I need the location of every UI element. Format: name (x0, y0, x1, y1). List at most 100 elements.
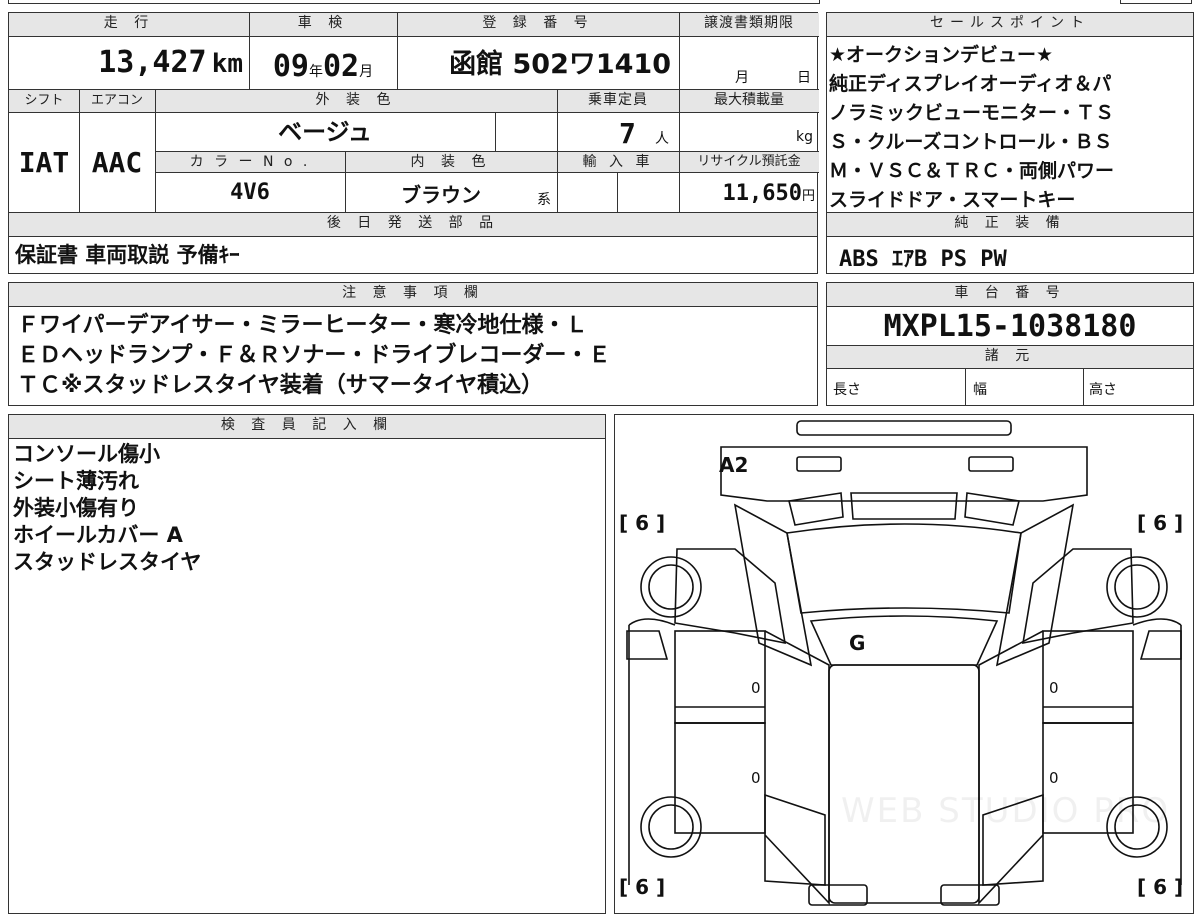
inspection-month: 02 (323, 49, 360, 84)
door-front-right (1042, 630, 1134, 724)
vehicle-info-box: 走 行 車 検 登 録 番 号 譲渡書類期限 13,427 km 09年02 月 … (8, 12, 819, 213)
top-strip (8, 0, 820, 4)
registration-header: 登 録 番 号 (397, 13, 679, 37)
wiper-right (964, 492, 1020, 526)
shift-value: IAT (18, 146, 70, 179)
notes-line: ＴＣ※スタッドレスタイヤ装着（サマータイヤ積込） (17, 373, 544, 398)
notes-line: Ｆワイパーデアイサー・ミラーヒーター・寒冷地仕様・Ｌ (17, 313, 588, 338)
transfer-day-unit: 日 (797, 70, 811, 86)
notes-header: 注 意 事 項 欄 (9, 283, 817, 307)
door-rear-left-mark: 0 (751, 769, 761, 787)
recycle-header: リサイクル預託金 (679, 151, 819, 173)
later-parts-box: 後 日 発 送 部 品 保証書 車両取説 予備ｷｰ (8, 212, 818, 274)
front-damage-mark: A2 (719, 453, 749, 477)
recycle-value: 11,650 (722, 181, 802, 206)
door-front-left-mark: 0 (751, 679, 761, 697)
interior-color-suffix: 系 (537, 192, 551, 208)
sales-points-header: セールスポイント (827, 13, 1193, 37)
inspection-year-unit: 年 (309, 64, 323, 80)
transfer-header: 譲渡書類期限 (679, 13, 819, 37)
sales-line: ノラミックビューモニター・ＴＳ (829, 102, 1115, 124)
chassis-value: MXPL15-1038180 (883, 309, 1137, 344)
inspector-line: スタッドレスタイヤ (13, 550, 202, 574)
sales-line: 純正ディスプレイオーディオ＆パ (829, 73, 1112, 95)
sales-line: Ｓ・クルーズコントロール・ＢＳ (829, 131, 1113, 153)
capacity-value: 7 (619, 117, 636, 150)
chassis-header: 車 台 番 号 (827, 283, 1193, 307)
top-strip-right (1120, 0, 1192, 4)
sales-line: ★オークションデビュー★ (829, 44, 1054, 66)
notes-line: ＥＤヘッドランプ・Ｆ＆Ｒソナー・ドライブレコーダー・Ｅ (17, 343, 611, 368)
capacity-cell: 7 人 (557, 113, 679, 151)
capacity-unit: 人 (655, 131, 669, 147)
mileage-value: 13,427 (98, 45, 207, 80)
mileage-header: 走 行 (9, 13, 249, 37)
watermark: WEB STUDIO PRO (841, 791, 1171, 831)
notes-text: Ｆワイパーデアイサー・ミラーヒーター・寒冷地仕様・Ｌ ＥＤヘッドランプ・Ｆ＆Ｒソ… (17, 311, 610, 401)
standard-equipment-box: 純 正 装 備 ABS ｴｱB PS PW (826, 212, 1194, 274)
standard-equipment-header: 純 正 装 備 (827, 213, 1193, 237)
height-label: 高さ (1089, 382, 1117, 398)
width-label: 幅 (973, 382, 987, 398)
transfer-month-unit: 月 (735, 70, 749, 86)
rear-quarter-left (764, 793, 826, 886)
notes-box: 注 意 事 項 欄 Ｆワイパーデアイサー・ミラーヒーター・寒冷地仕様・Ｌ ＥＤヘ… (8, 282, 818, 406)
interior-color-header: 内 装 色 (345, 151, 557, 173)
standard-equipment-value: ABS ｴｱB PS PW (839, 247, 1007, 272)
later-parts-header: 後 日 発 送 部 品 (9, 213, 817, 237)
later-parts-value: 保証書 車両取説 予備ｷｰ (15, 243, 240, 267)
shift-header: シフト (9, 89, 79, 113)
wiper-left (788, 492, 844, 526)
specs-header: 諸 元 (827, 345, 1193, 369)
front-light-right (968, 456, 1014, 472)
exterior-color-value: ベージュ (278, 118, 372, 146)
import-header: 輸 入 車 (557, 151, 679, 173)
max-load-unit: kg (796, 129, 813, 145)
mirror-left (626, 630, 669, 660)
mileage-cell: 13,427 km (9, 37, 249, 89)
inspector-line: シート薄汚れ (13, 469, 139, 493)
sales-line: Ｍ・ＶＳＣ＆ＴＲＣ・両側パワー (829, 160, 1115, 182)
exterior-color-header: 外 装 色 (155, 89, 557, 113)
sales-points-text: ★オークションデビュー★ 純正ディスプレイオーディオ＆パ ノラミックビューモニタ… (829, 41, 1114, 215)
windshield (786, 523, 1022, 614)
transfer-cell: 月 日 (679, 37, 819, 89)
front-light-left (796, 456, 842, 472)
tread-front-left: [ 6 ] (619, 511, 666, 535)
ac-header: エアコン (79, 89, 155, 113)
rear-bumper (808, 884, 868, 906)
inspector-header: 検 査 員 記 入 欄 (9, 415, 605, 439)
registration-value: 函館 502ワ1410 (449, 49, 671, 80)
interior-color-cell: ブラウン 系 (345, 173, 557, 213)
capacity-header: 乗車定員 (557, 89, 679, 113)
ac-value: AAC (91, 146, 143, 179)
inspector-line: 外装小傷有り (13, 496, 139, 520)
recycle-cell: 11,650円 (679, 173, 819, 213)
wheel-front-right (1106, 556, 1168, 618)
front-bumper (796, 420, 1012, 436)
car-diagram-box: A2 G [ 6 ] [ 6 ] [ 6 ] [ 6 ] 0 0 0 0 WEB… (614, 414, 1194, 914)
inspector-box: 検 査 員 記 入 欄 コンソール傷小 シート薄汚れ 外装小傷有り ホイールカバ… (8, 414, 606, 914)
door-rear-right-mark: 0 (1049, 769, 1059, 787)
glass-damage-mark: G (849, 631, 866, 655)
tread-rear-right: [ 6 ] (1137, 875, 1184, 899)
recycle-unit: 円 (801, 189, 815, 204)
roof-panel (828, 664, 980, 904)
inspection-header: 車 検 (249, 13, 397, 37)
interior-color-value: ブラウン (401, 183, 481, 207)
roof (809, 615, 999, 666)
tread-front-right: [ 6 ] (1137, 511, 1184, 535)
car-diagram (626, 420, 1182, 906)
inspection-year: 09 (272, 49, 309, 84)
color-no-header: カ ラ ー N o . (155, 151, 345, 173)
inspector-line: コンソール傷小 (13, 442, 160, 466)
tread-rear-left: [ 6 ] (619, 875, 666, 899)
color-no-value: 4V6 (230, 180, 270, 205)
chassis-box: 車 台 番 号 MXPL15-1038180 諸 元 長さ 幅 高さ (826, 282, 1194, 406)
wheel-rear-left (640, 796, 702, 858)
sales-line: スライドドア・スマートキー (829, 189, 1076, 211)
length-label: 長さ (833, 382, 861, 398)
sales-points-box: セールスポイント ★オークションデビュー★ 純正ディスプレイオーディオ＆パ ノラ… (826, 12, 1194, 213)
mirror-right (1139, 630, 1182, 660)
door-front-right-mark: 0 (1049, 679, 1059, 697)
